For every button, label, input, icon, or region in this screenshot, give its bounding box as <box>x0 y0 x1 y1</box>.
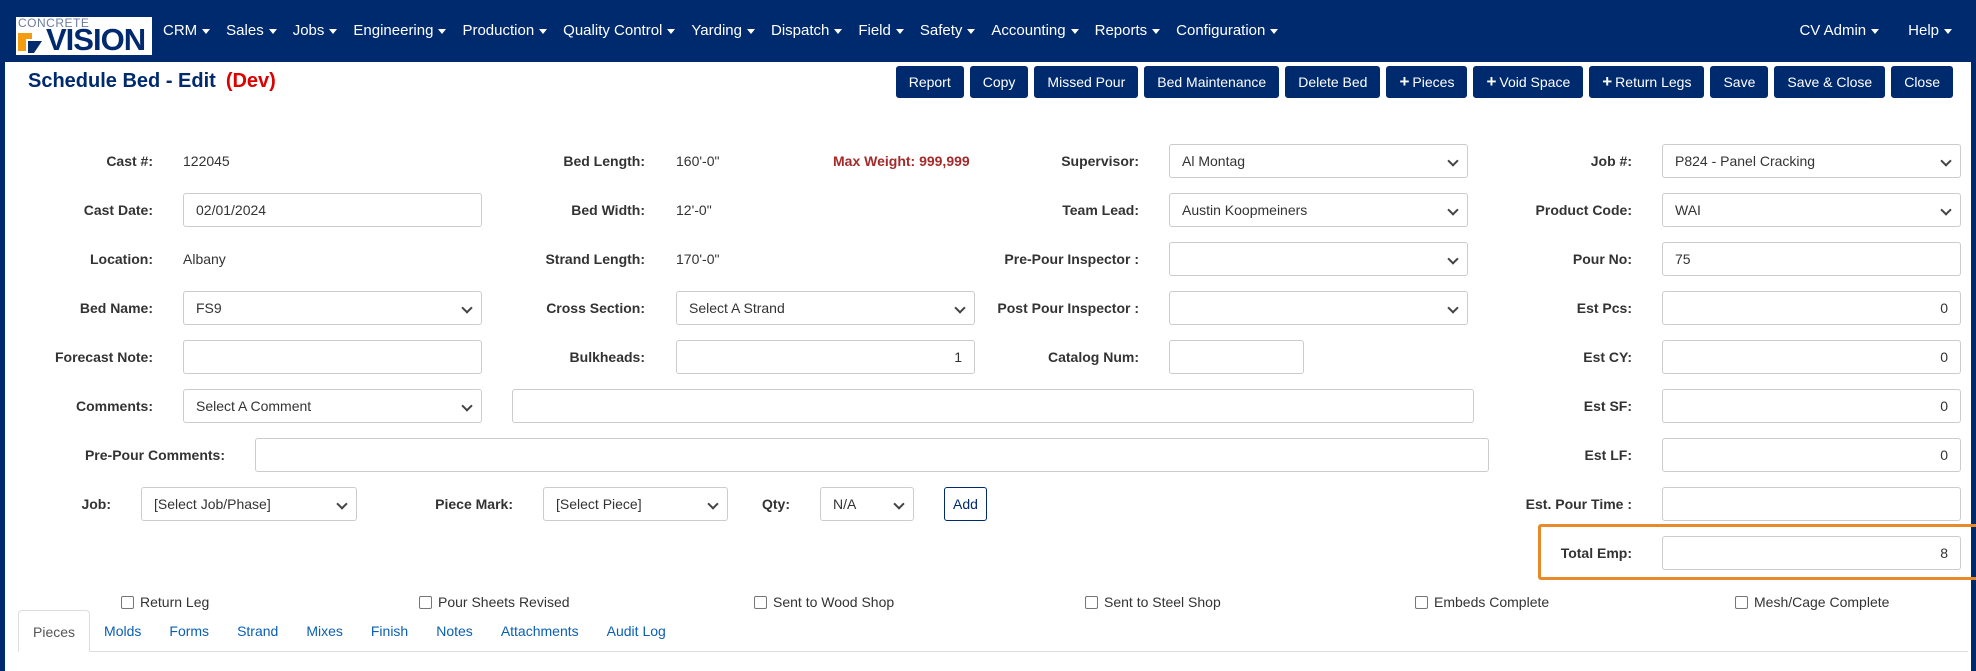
caret-down-icon <box>1070 28 1079 34</box>
tab-audit-log[interactable]: Audit Log <box>593 610 680 652</box>
save-close-button[interactable]: Save & Close <box>1774 66 1886 98</box>
delete-bed-button[interactable]: Delete Bed <box>1285 66 1381 98</box>
est-cy-input[interactable]: 0 <box>1662 340 1961 374</box>
checkbox-icon <box>1415 596 1428 609</box>
top-navbar: CONCRETE VISION CRM Sales Jobs Engineeri… <box>0 0 1976 62</box>
nav-right: CV Admin Help <box>1799 22 1976 39</box>
nav-field[interactable]: Field <box>858 22 904 39</box>
main-nav-menu: CRM Sales Jobs Engineering Production Qu… <box>163 22 1294 39</box>
caret-down-icon <box>438 28 447 34</box>
est-lf-label: Est LF: <box>1584 447 1632 463</box>
embeds-complete-checkbox[interactable]: Embeds Complete <box>1415 592 1549 612</box>
concrete-vision-logo[interactable]: CONCRETE VISION <box>16 17 152 55</box>
nav-jobs[interactable]: Jobs <box>293 22 338 39</box>
nav-user-menu[interactable]: CV Admin <box>1799 22 1880 39</box>
tab-finish[interactable]: Finish <box>357 610 422 652</box>
logo-big-text: VISION <box>46 22 146 57</box>
logo-arrow-icon <box>18 33 42 53</box>
plus-icon: + <box>1486 72 1497 91</box>
report-button[interactable]: Report <box>895 66 964 98</box>
mesh-cage-complete-checkbox[interactable]: Mesh/Cage Complete <box>1735 592 1889 612</box>
tab-molds[interactable]: Molds <box>90 610 155 652</box>
copy-button[interactable]: Copy <box>969 66 1029 98</box>
plus-icon: + <box>1399 72 1410 91</box>
product-code-select[interactable]: WAI <box>1662 193 1961 227</box>
pour-sheets-revised-checkbox[interactable]: Pour Sheets Revised <box>419 592 570 612</box>
caret-down-icon <box>268 28 277 34</box>
detail-tabs: Pieces Molds Forms Strand Mixes Finish N… <box>18 610 680 652</box>
close-button[interactable]: Close <box>1891 66 1953 98</box>
nav-dispatch[interactable]: Dispatch <box>771 22 843 39</box>
job-no-label: Job #: <box>1590 153 1632 169</box>
checkbox-icon <box>121 596 134 609</box>
sent-to-wood-shop-checkbox[interactable]: Sent to Wood Shop <box>754 592 894 612</box>
nav-yarding[interactable]: Yarding <box>691 22 755 39</box>
bed-maintenance-button[interactable]: Bed Maintenance <box>1144 66 1280 98</box>
nav-safety[interactable]: Safety <box>920 22 976 39</box>
product-code-selected: WAI <box>1675 202 1701 218</box>
caret-down-icon <box>967 28 976 34</box>
tab-notes[interactable]: Notes <box>422 610 487 652</box>
add-return-legs-button[interactable]: + Return Legs <box>1589 66 1705 98</box>
checkbox-icon <box>419 596 432 609</box>
est-pour-time-label: Est. Pour Time : <box>1525 496 1632 512</box>
caret-down-icon <box>1270 28 1279 34</box>
caret-down-icon <box>539 28 548 34</box>
est-sf-input[interactable]: 0 <box>1662 389 1961 423</box>
tab-pieces[interactable]: Pieces <box>18 610 91 652</box>
save-button[interactable]: Save <box>1710 66 1769 98</box>
page-title: Schedule Bed - Edit (Dev) <box>28 70 276 93</box>
pour-no-label: Pour No: <box>1572 251 1632 267</box>
caret-down-icon <box>1944 28 1952 34</box>
nav-production[interactable]: Production <box>462 22 548 39</box>
est-lf-input[interactable]: 0 <box>1662 438 1961 472</box>
nav-quality-control[interactable]: Quality Control <box>563 22 676 39</box>
total-emp-label: Total Emp: <box>1560 545 1632 561</box>
caret-down-icon <box>667 28 676 34</box>
caret-down-icon <box>834 28 843 34</box>
return-leg-checkbox[interactable]: Return Leg <box>121 592 209 612</box>
caret-down-icon <box>746 28 755 34</box>
caret-down-icon <box>1871 28 1880 34</box>
caret-down-icon <box>202 28 211 34</box>
environment-badge: (Dev) <box>225 70 276 92</box>
pour-no-input[interactable]: 75 <box>1662 242 1961 276</box>
nav-accounting[interactable]: Accounting <box>991 22 1079 39</box>
job-no-select[interactable]: P824 - Panel Cracking <box>1662 144 1961 178</box>
est-cy-label: Est CY: <box>1583 349 1632 365</box>
nav-engineering[interactable]: Engineering <box>353 22 447 39</box>
tab-strand[interactable]: Strand <box>223 610 292 652</box>
plus-icon: + <box>1602 72 1613 91</box>
tab-forms[interactable]: Forms <box>155 610 223 652</box>
nav-help-menu[interactable]: Help <box>1908 22 1952 39</box>
tab-mixes[interactable]: Mixes <box>292 610 357 652</box>
tab-attachments[interactable]: Attachments <box>487 610 593 652</box>
page-title-text: Schedule Bed - Edit <box>28 70 216 92</box>
nav-crm[interactable]: CRM <box>163 22 211 39</box>
nav-sales[interactable]: Sales <box>226 22 277 39</box>
checkbox-icon <box>1735 596 1748 609</box>
job-no-selected: P824 - Panel Cracking <box>1675 153 1816 169</box>
est-sf-label: Est SF: <box>1583 398 1632 414</box>
est-pcs-input[interactable]: 0 <box>1662 291 1961 325</box>
total-emp-input[interactable]: 8 <box>1662 536 1961 570</box>
sent-to-steel-shop-checkbox[interactable]: Sent to Steel Shop <box>1085 592 1221 612</box>
edit-panel: Schedule Bed - Edit (Dev) Report Copy Mis… <box>5 62 1976 671</box>
toolbar: Report Copy Missed Pour Bed Maintenance … <box>890 66 1953 98</box>
nav-reports[interactable]: Reports <box>1095 22 1161 39</box>
add-pieces-button[interactable]: + Pieces <box>1386 66 1468 98</box>
checkbox-icon <box>754 596 767 609</box>
nav-configuration[interactable]: Configuration <box>1176 22 1279 39</box>
missed-pour-button[interactable]: Missed Pour <box>1034 66 1139 98</box>
checkbox-icon <box>1085 596 1098 609</box>
product-code-label: Product Code: <box>1535 202 1632 218</box>
caret-down-icon <box>329 28 338 34</box>
est-pour-time-input[interactable] <box>1662 487 1961 521</box>
est-pcs-label: Est Pcs: <box>1576 300 1632 316</box>
caret-down-icon <box>1152 28 1161 34</box>
add-void-space-button[interactable]: + Void Space <box>1473 66 1584 98</box>
caret-down-icon <box>895 28 904 34</box>
